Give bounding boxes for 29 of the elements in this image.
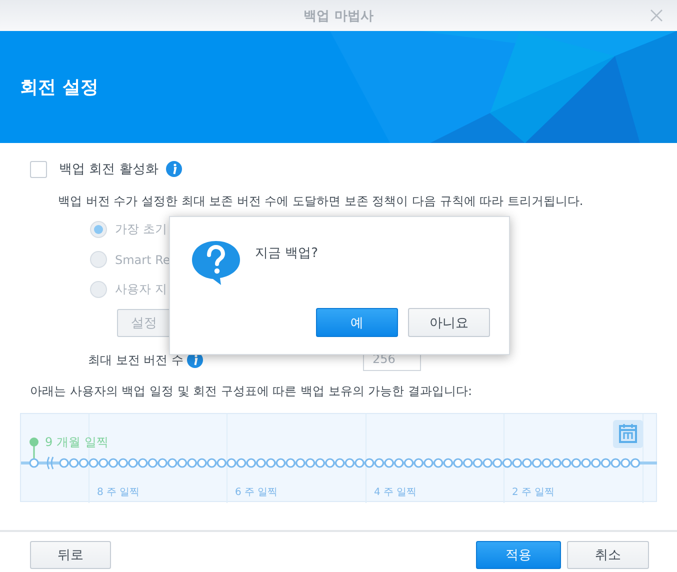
- radio-button[interactable]: [90, 251, 107, 268]
- info-icon[interactable]: [166, 161, 182, 177]
- option-label: 가장 초기: [115, 221, 167, 238]
- cancel-button[interactable]: 취소: [567, 541, 649, 569]
- timeline-label: 6 주 일찍: [235, 486, 278, 499]
- dialog-button[interactable]: 아니요: [408, 308, 490, 337]
- timeline-label: 8 주 일찍: [97, 486, 140, 499]
- timeline-start-label: 9 개월 일찍: [45, 434, 108, 451]
- radio-button[interactable]: [90, 281, 107, 298]
- description-text: 백업 버전 수가 설정한 최대 보존 버전 수에 도달하면 보존 정책이 다음 규칙에 따라 트리거됩니다.: [58, 193, 584, 210]
- max-versions-label: 최대 보전 버전 수: [88, 352, 184, 368]
- dialog-message: 지금 백업?: [255, 245, 318, 262]
- window-title: 백업 마법사: [304, 8, 374, 24]
- timeline-label: 4 주 일찍: [374, 486, 417, 499]
- timeline-caption: 아래는 사용자의 백업 일정 및 회전 구성표에 따른 백업 보유의 가능한 결과입니다:: [30, 383, 474, 400]
- timeline-label: 2 주 일찍: [512, 486, 555, 499]
- checkbox[interactable]: [30, 160, 47, 178]
- question-icon: [190, 239, 242, 285]
- radio-button[interactable]: [90, 221, 107, 238]
- back-button[interactable]: 뒤로: [30, 541, 111, 569]
- settings-button[interactable]: 설정: [117, 309, 171, 337]
- page-title: 회전 설정: [20, 76, 98, 99]
- close-icon[interactable]: [650, 9, 663, 22]
- dialog-button[interactable]: 예: [316, 308, 398, 337]
- calendar-icon[interactable]: [613, 420, 643, 448]
- option-label: Smart Re: [115, 252, 170, 266]
- apply-button[interactable]: 적용: [476, 541, 561, 569]
- option-label: 사용자 지: [115, 281, 167, 298]
- checkbox-label: 백업 회전 활성화: [59, 161, 158, 178]
